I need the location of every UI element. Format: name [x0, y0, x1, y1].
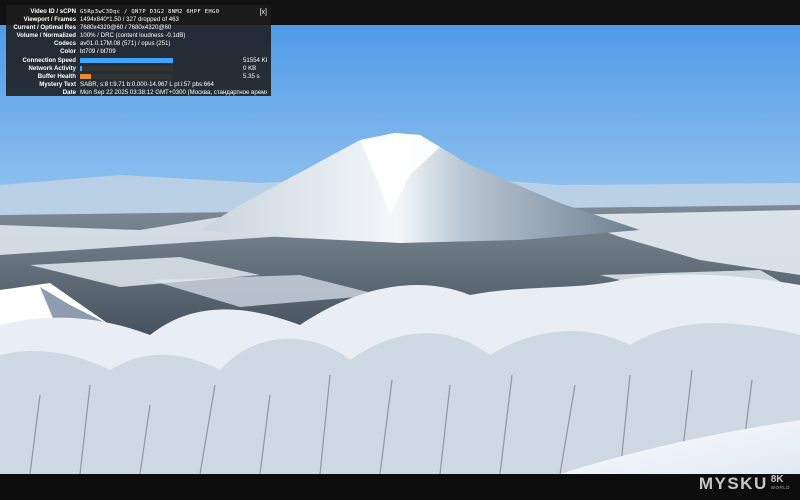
watermark-badge: 8K WORLD — [770, 474, 790, 491]
stats-row-viewport: Viewport / Frames 1494x840*1.50 / 327 dr… — [23, 16, 179, 24]
network-activity-bar-fill — [80, 66, 82, 72]
stats-row-connection-speed: Connection Speed 51554 Kbps — [22, 56, 268, 64]
stats-row-buffer-health: Buffer Health 5.35 s — [37, 72, 260, 80]
close-stats-button[interactable]: [x] — [260, 9, 267, 17]
stats-row-volume: Volume / Normalized 100% / DRC (content … — [16, 32, 186, 40]
buffer-health-bar-fill — [80, 74, 92, 80]
network-activity-bar — [80, 66, 173, 72]
stats-row-network-activity: Network Activity 0 KB — [28, 64, 257, 72]
stats-row-color: Color bt709 / bt709 — [60, 48, 116, 56]
connection-speed-bar-fill — [80, 58, 173, 64]
watermark-brand: MYSKU — [698, 474, 768, 493]
stats-row-date: Date Mon Sep 22 2025 03:38:12 GMT+0300 (… — [62, 88, 267, 96]
connection-speed-bar — [80, 58, 173, 64]
stats-row-resolution: Current / Optimal Res 7680x4320@60 / 768… — [13, 24, 172, 32]
video-player[interactable]: [x] Video ID / sCPN G5Rp3wC3Dqc / QN7P D… — [0, 0, 800, 500]
buffer-health-bar — [80, 74, 173, 80]
stats-row-codecs: Codecs av01.0.17M.08 (571) / opus (251) — [53, 40, 171, 48]
stats-row-mystery-text: Mystery Text SABR, s:8 t:9.71 b:0.000-14… — [39, 80, 214, 88]
player-bottom-bar — [0, 474, 800, 500]
mysku-watermark: MYSKU 8K WORLD — [699, 474, 790, 494]
stats-row-video-id: Video ID / sCPN G5Rp3wC3Dqc / QN7P D3G2 … — [30, 8, 220, 15]
stats-for-nerds-panel: [x] Video ID / sCPN G5Rp3wC3Dqc / QN7P D… — [6, 5, 271, 96]
